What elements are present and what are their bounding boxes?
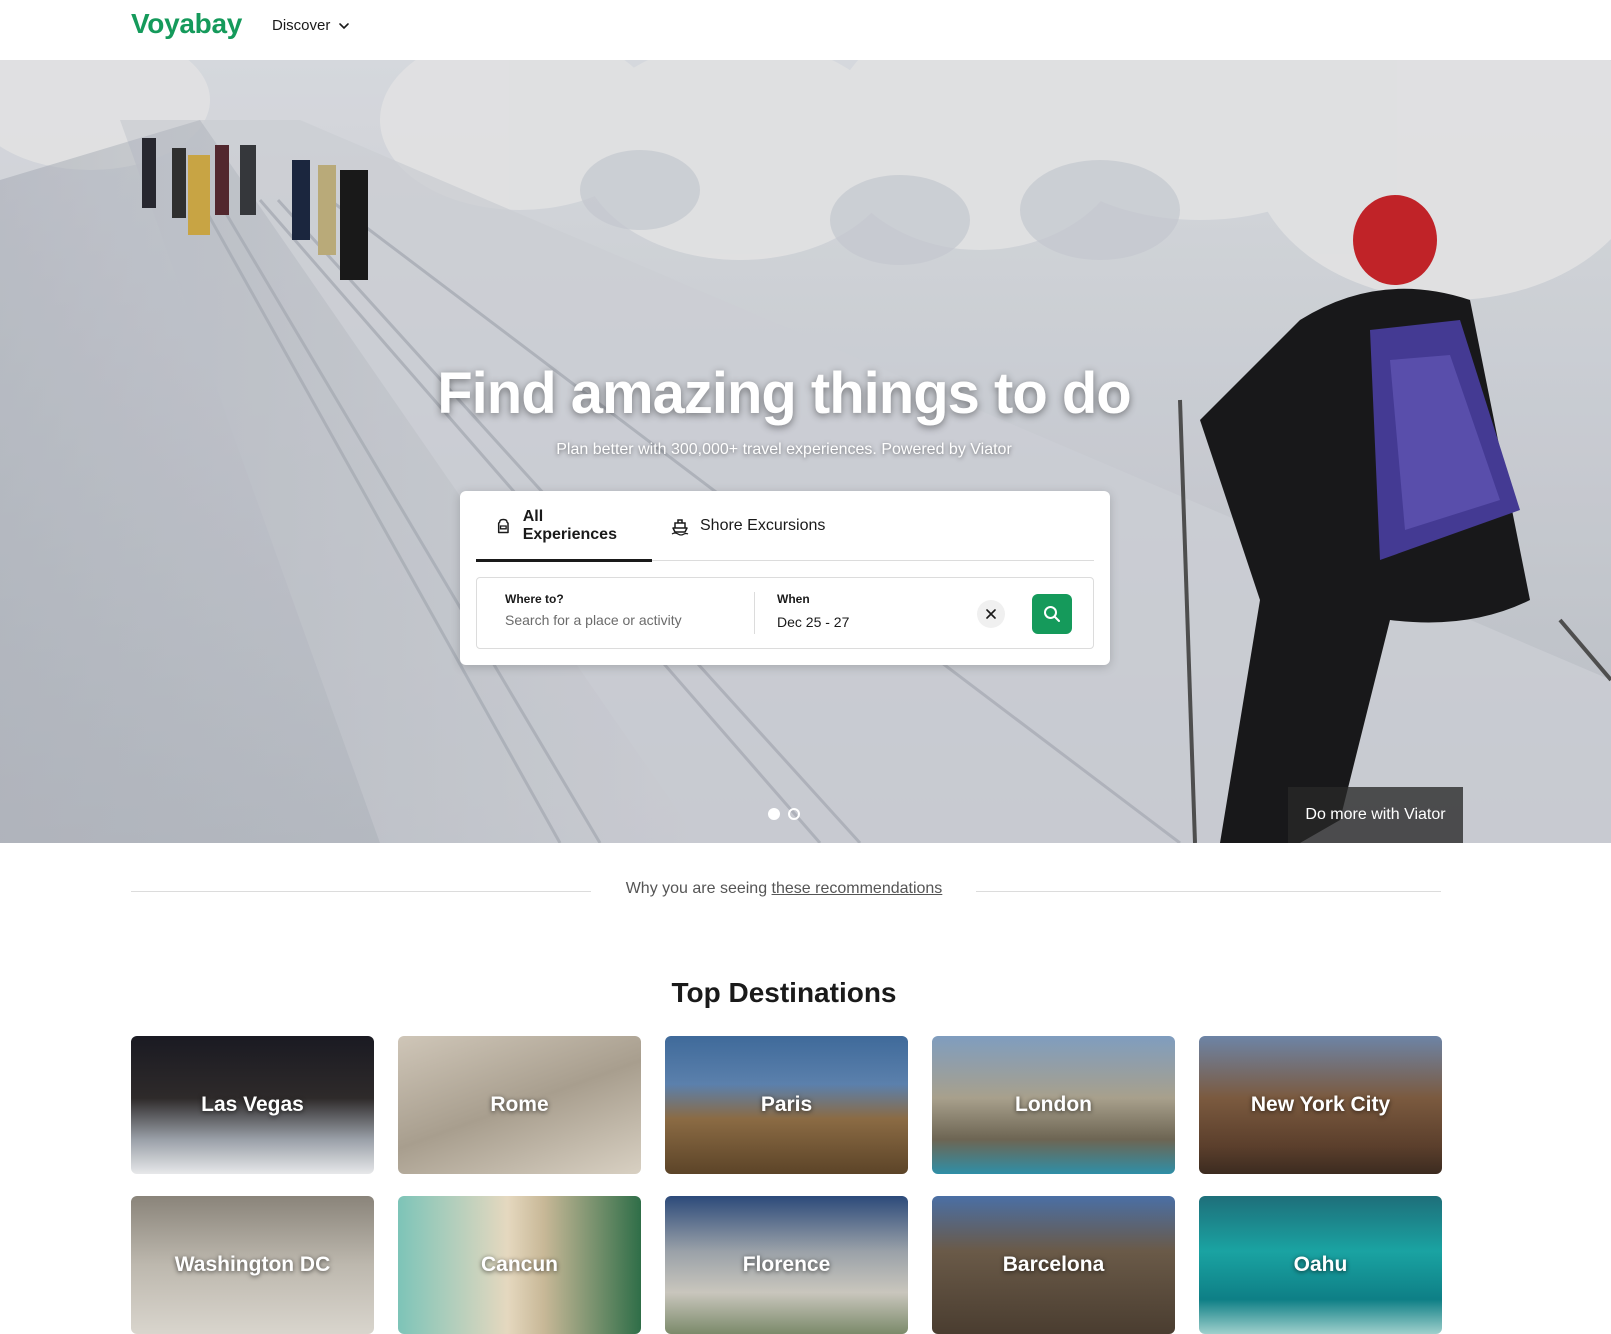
tab-shore-excursions[interactable]: Shore Excursions (652, 491, 843, 561)
destination-card-cancun[interactable]: Cancun (398, 1196, 641, 1334)
backpack-icon (497, 518, 509, 534)
tab-all-experiences[interactable]: All Experiences (476, 491, 652, 562)
where-input[interactable] (505, 612, 745, 628)
carousel-dot-2[interactable] (788, 808, 800, 820)
tab-label: Shore Excursions (700, 517, 826, 534)
divider-line (976, 891, 1441, 892)
where-field: Where to? (505, 592, 745, 630)
field-divider (754, 592, 755, 634)
where-label: Where to? (505, 592, 564, 606)
destination-label: Washington DC (174, 1253, 331, 1276)
destination-card-washington-dc[interactable]: Washington DC (131, 1196, 374, 1334)
recommendations-notice: Why you are seeing these recommendations (131, 880, 1441, 910)
why-text: Why you are seeing these recommendations (604, 880, 964, 898)
clear-dates-button[interactable] (977, 600, 1005, 628)
destination-label: London (1015, 1093, 1092, 1116)
discover-menu[interactable]: Discover (272, 17, 350, 34)
destination-label: Rome (490, 1093, 549, 1116)
hero-subtitle: Plan better with 300,000+ travel experie… (556, 441, 1012, 458)
destination-label: Barcelona (1002, 1253, 1105, 1276)
destination-label: Cancun (480, 1253, 558, 1276)
destination-label: Oahu (1293, 1253, 1348, 1276)
destination-card-new-york-city[interactable]: New York City (1199, 1036, 1442, 1174)
divider-line (131, 891, 591, 892)
destination-label: New York City (1250, 1093, 1391, 1116)
destination-card-oahu[interactable]: Oahu (1199, 1196, 1442, 1334)
destination-label: Florence (742, 1253, 831, 1276)
search-icon (1044, 606, 1060, 622)
when-label: When (777, 592, 810, 606)
destination-card-london[interactable]: London (932, 1036, 1175, 1174)
search-tabs: All Experiences Shore Excursions (476, 491, 1094, 562)
do-more-with-viator-button[interactable]: Do more with Viator (1288, 787, 1463, 843)
search-button[interactable] (1032, 594, 1072, 634)
hero-title: Find amazing things to do (437, 361, 1132, 426)
tab-label: All Experiences (522, 508, 617, 543)
top-destinations-title: Top Destinations (671, 977, 897, 1008)
destination-label: Paris (760, 1093, 813, 1116)
destination-label: Las Vegas (201, 1093, 304, 1116)
destination-card-paris[interactable]: Paris (665, 1036, 908, 1174)
hero-banner: Find amazing things to do Plan better wi… (0, 60, 1611, 843)
chevron-down-icon (339, 22, 350, 29)
when-value: Dec 25 - 27 (777, 614, 850, 630)
close-icon (986, 609, 996, 619)
search-fields: Where to? When Dec 25 - 27 (476, 577, 1094, 649)
search-card: All Experiences Shore Excursions Where t… (460, 491, 1110, 665)
site-logo[interactable]: Voyabay (131, 8, 242, 40)
recommendations-link[interactable]: these recommendations (772, 880, 943, 897)
destination-card-rome[interactable]: Rome (398, 1036, 641, 1174)
destination-card-florence[interactable]: Florence (665, 1196, 908, 1334)
cruise-ship-icon (671, 519, 689, 536)
carousel-dot-1[interactable] (768, 808, 780, 820)
why-prefix: Why you are seeing (625, 880, 772, 897)
top-header: Voyabay Discover (0, 0, 1611, 60)
destination-card-las-vegas[interactable]: Las Vegas (131, 1036, 374, 1174)
discover-label: Discover (272, 17, 331, 34)
destination-card-barcelona[interactable]: Barcelona (932, 1196, 1175, 1334)
when-field[interactable]: When Dec 25 - 27 (777, 592, 957, 630)
carousel-dots (768, 808, 800, 820)
